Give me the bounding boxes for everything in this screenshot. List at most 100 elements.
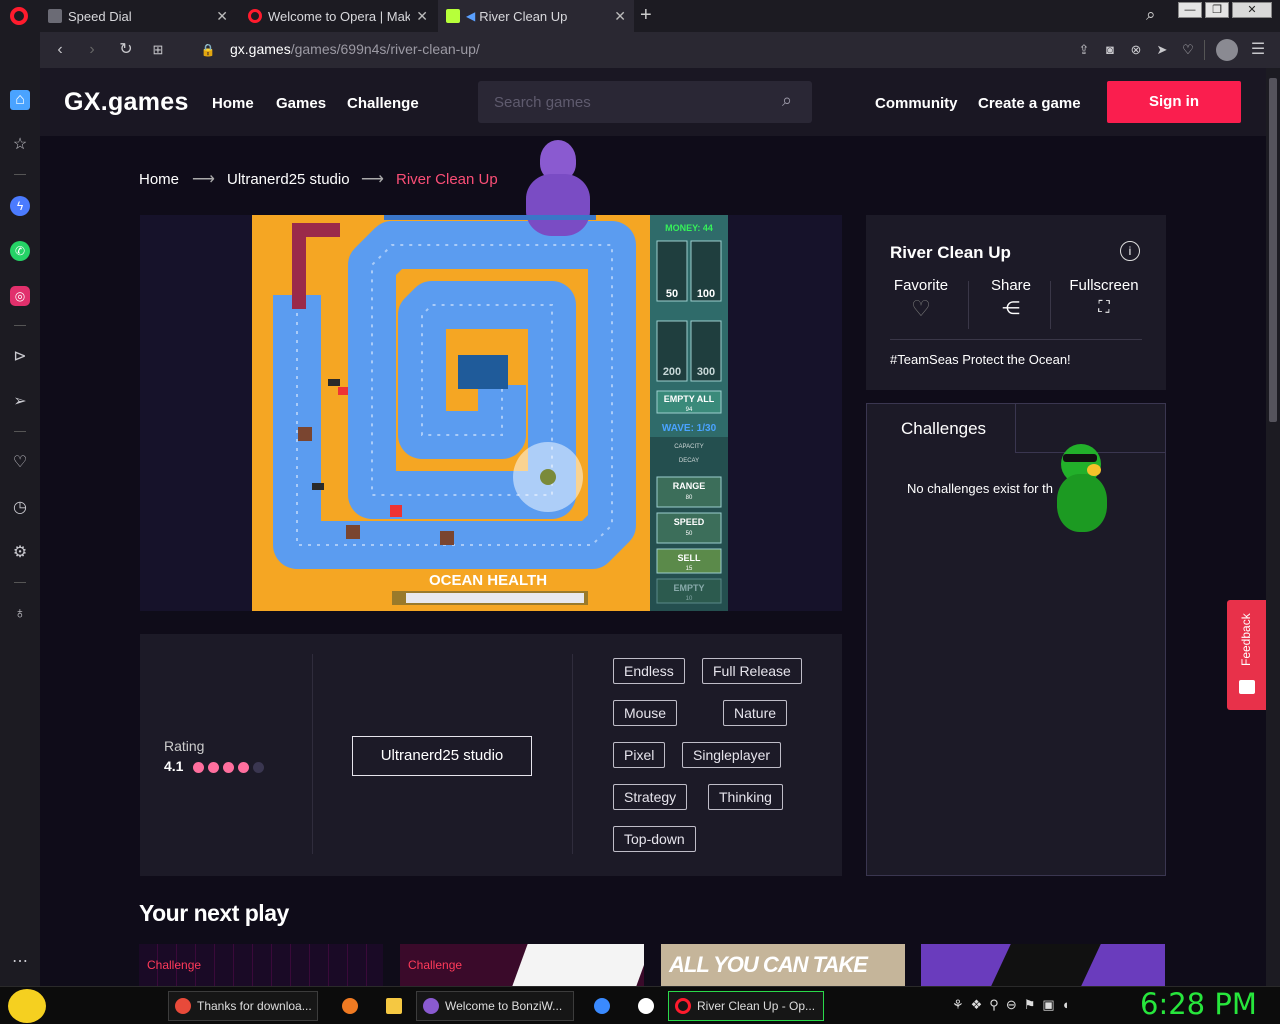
bookmarks-icon[interactable]: ☆	[10, 135, 30, 155]
favorite-button[interactable]: Favorite ♡	[886, 277, 956, 322]
minimize-button[interactable]: —	[1178, 2, 1202, 18]
next-play-card[interactable]	[921, 944, 1165, 986]
share-page-icon[interactable]: ⇪	[1074, 40, 1094, 60]
scrollbar-thumb[interactable]	[1269, 78, 1277, 422]
bonzi-start-icon[interactable]	[8, 989, 46, 1023]
chrome-icon	[175, 998, 191, 1014]
challenge-badge: Challenge	[147, 958, 202, 972]
instagram-icon[interactable]: ◎	[10, 286, 30, 306]
forward-icon[interactable]: ›	[82, 40, 102, 60]
fullscreen-icon: ⛶	[1098, 299, 1110, 316]
next-play-card[interactable]: Challenge	[400, 944, 644, 986]
taskbar-clock[interactable]: 6:28 PM	[1140, 987, 1257, 1021]
settings-icon[interactable]: ⚙	[10, 543, 30, 563]
page-scrollbar[interactable]	[1266, 68, 1280, 986]
maximize-button[interactable]: ❐	[1205, 2, 1229, 18]
parrot-character[interactable]	[1047, 444, 1117, 544]
studio-button[interactable]: Ultranerd25 studio	[352, 736, 532, 776]
grid-icon	[48, 9, 62, 23]
page-content: GX.games Home Games Challenge ⌕ Communit…	[40, 68, 1266, 986]
breadcrumb-home[interactable]: Home	[139, 171, 179, 188]
tag-endless[interactable]: Endless	[613, 658, 685, 684]
close-icon[interactable]: ✕	[614, 8, 626, 25]
profile-icon[interactable]	[1216, 39, 1238, 61]
taskbar-item-folder[interactable]	[380, 991, 408, 1021]
feedback-icon	[1239, 680, 1255, 694]
tabs-grid-icon[interactable]: ⊞	[148, 40, 168, 60]
taskbar-item-firefox[interactable]	[336, 991, 364, 1021]
trash	[346, 525, 360, 539]
tower[interactable]	[540, 469, 556, 485]
tab-speed-dial[interactable]: Speed Dial ✕	[40, 0, 236, 32]
opera-sidebar: ⌂ ☆ ϟ ✆ ◎ ⊳ ➢ ♡ ◷ ⚙ ♁ ⋯	[0, 32, 40, 986]
tag-singleplayer[interactable]: Singleplayer	[682, 742, 782, 768]
share-icon: ⋲	[1002, 298, 1020, 318]
bonzi-buddy-character[interactable]	[518, 140, 598, 240]
breadcrumb-studio[interactable]: Ultranerd25 studio	[227, 171, 350, 188]
taskbar-item-chrome[interactable]: Thanks for downloa...	[168, 991, 318, 1021]
tab-label: Speed Dial	[68, 8, 132, 24]
search-input[interactable]	[478, 81, 778, 123]
adblock-icon[interactable]: ⊗	[1126, 40, 1146, 60]
taskbar-item-opera[interactable]: River Clean Up - Op...	[668, 991, 824, 1021]
reload-icon[interactable]: ↻	[116, 40, 136, 60]
flow-icon[interactable]: ➢	[10, 392, 30, 412]
opera-logo-icon[interactable]	[10, 7, 28, 25]
close-icon[interactable]: ✕	[216, 8, 228, 25]
tag-top-down[interactable]: Top-down	[613, 826, 696, 852]
gx-logo[interactable]: GX.games	[64, 88, 189, 117]
close-window-button[interactable]: ✕	[1232, 2, 1272, 18]
new-tab-button[interactable]: +	[640, 4, 652, 27]
tag-mouse[interactable]: Mouse	[613, 700, 678, 726]
info-icon[interactable]: i	[1120, 241, 1140, 261]
nav-home[interactable]: Home	[212, 95, 254, 112]
snapshot-icon[interactable]: ◙	[1100, 40, 1120, 60]
nav-challenge[interactable]: Challenge	[347, 95, 419, 112]
rating-pip-empty	[253, 761, 265, 773]
close-icon[interactable]: ✕	[416, 8, 428, 25]
url-field[interactable]: gx.games/games/699n4s/river-clean-up/	[230, 41, 480, 57]
tag-pixel[interactable]: Pixel	[613, 742, 666, 768]
nav-community[interactable]: Community	[875, 95, 958, 112]
lightbulb-icon[interactable]: ♁	[10, 604, 30, 624]
messenger-icon[interactable]: ϟ	[10, 196, 30, 216]
search-icon[interactable]: ⌕	[782, 90, 792, 111]
tab-river-clean-up[interactable]: ◀ River Clean Up ✕	[438, 0, 634, 32]
nav-games[interactable]: Games	[276, 95, 326, 112]
tag-nature[interactable]: Nature	[723, 700, 788, 726]
home-icon[interactable]: ⌂	[10, 90, 30, 110]
tag-full-release[interactable]: Full Release	[702, 658, 802, 684]
pipe	[292, 223, 306, 309]
player-icon[interactable]: ⊳	[10, 347, 30, 367]
whatsapp-icon[interactable]: ✆	[10, 241, 30, 261]
history-icon[interactable]: ◷	[10, 498, 30, 518]
next-play-card[interactable]: Challenge	[139, 944, 383, 986]
back-icon[interactable]: ‹	[50, 40, 70, 60]
taskbar-item-bonzi[interactable]: Welcome to BonziW...	[416, 991, 574, 1021]
challenges-tab[interactable]: Challenges	[866, 403, 1016, 453]
menu-icon[interactable]: ☰	[1248, 40, 1268, 60]
taskbar-item-edge[interactable]	[588, 991, 616, 1021]
tray-icons[interactable]: ⚘❖⚲⊖⚑▣◖	[952, 997, 1077, 1013]
lake	[458, 355, 508, 389]
speaker-icon[interactable]: ◀	[466, 9, 475, 23]
search-tabs-icon[interactable]: ⌕	[1146, 5, 1156, 25]
tab-welcome-opera[interactable]: Welcome to Opera | Make ✕	[240, 0, 436, 32]
feedback-tab[interactable]: Feedback	[1227, 600, 1266, 710]
heart-icon[interactable]: ♡	[10, 453, 30, 473]
game-canvas[interactable]: OCEAN HEALTH MONEY: 44 50 100 200 300 EM…	[252, 215, 728, 611]
sign-in-button[interactable]: Sign in	[1107, 81, 1241, 123]
next-play-card[interactable]: ALL YOU CAN TAKE	[661, 944, 905, 986]
taskbar-item-yandex[interactable]	[632, 991, 660, 1021]
rating-pip-filled	[223, 761, 235, 773]
fullscreen-button[interactable]: Fullscreen ⛶	[1064, 277, 1144, 317]
more-icon[interactable]: ⋯	[10, 952, 30, 972]
share-button[interactable]: Share ⋲	[976, 277, 1046, 319]
nav-create-game[interactable]: Create a game	[978, 95, 1081, 112]
rating-pip-filled	[193, 761, 205, 773]
send-icon[interactable]: ➤	[1152, 40, 1172, 60]
tag-thinking[interactable]: Thinking	[708, 784, 783, 810]
lock-icon[interactable]: 🔒	[198, 40, 218, 60]
tag-strategy[interactable]: Strategy	[613, 784, 688, 810]
heart-icon[interactable]: ♡	[1178, 40, 1198, 60]
